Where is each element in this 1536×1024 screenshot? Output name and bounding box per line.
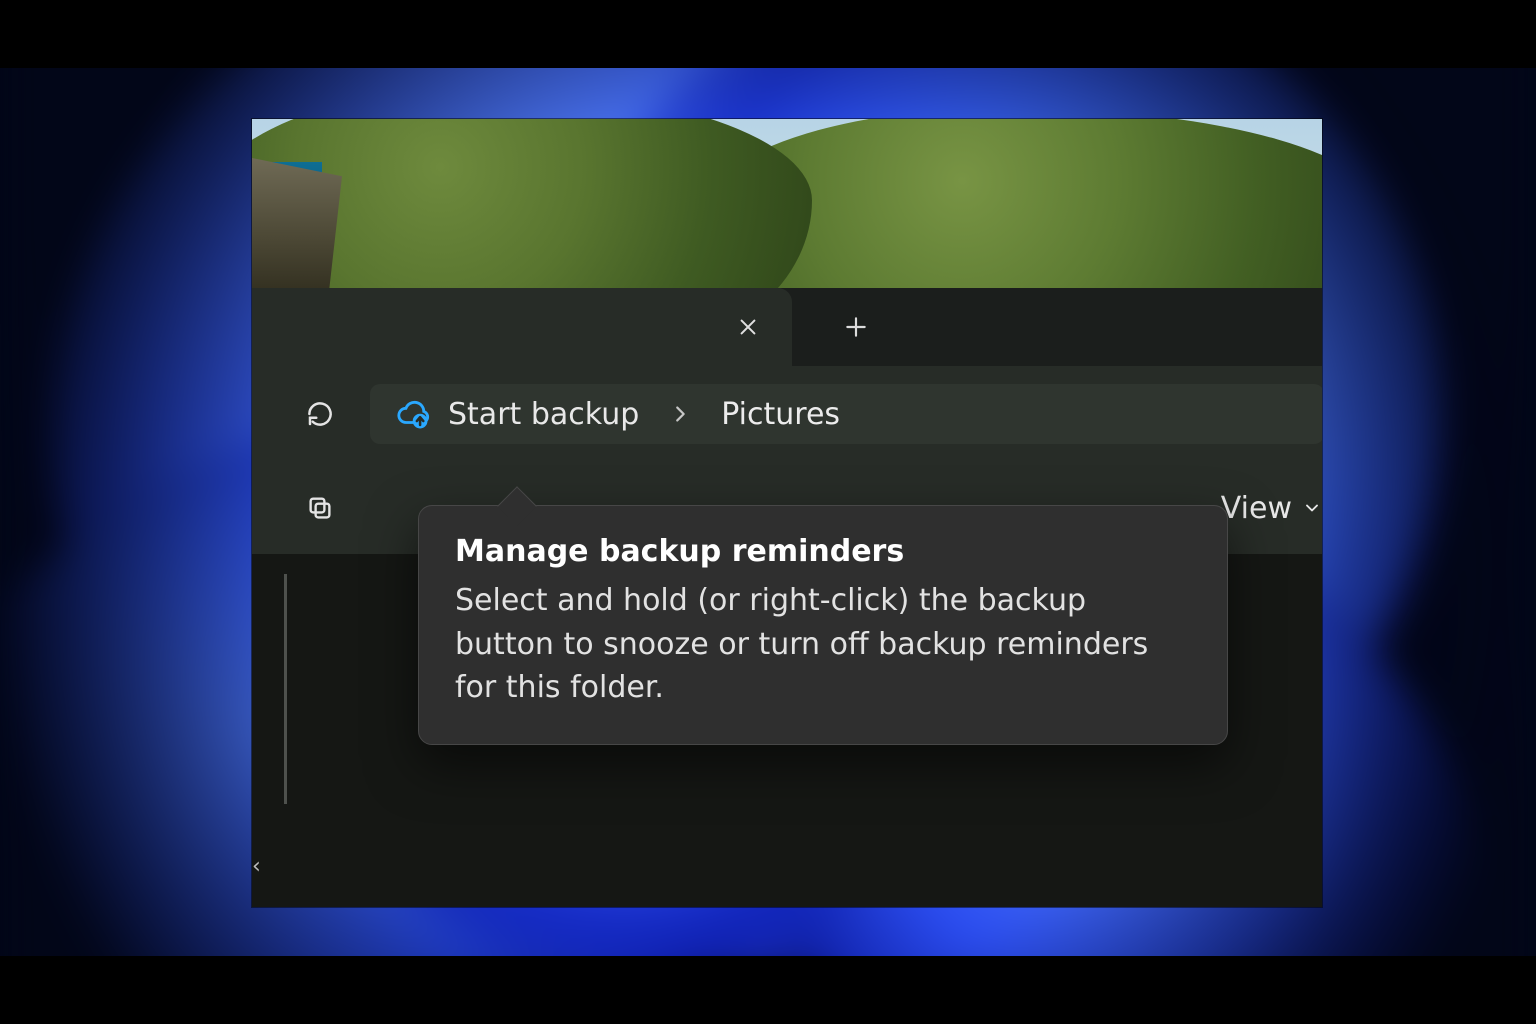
active-tab[interactable] (252, 288, 792, 366)
cloud-backup-icon (396, 397, 430, 431)
new-tab-button[interactable] (824, 288, 888, 366)
address-bar-row: Start backup Pictures (252, 366, 1322, 462)
tooltip-title: Manage backup reminders (455, 534, 1191, 569)
refresh-icon (305, 399, 335, 429)
chevron-down-icon (1302, 498, 1322, 518)
letterbox-top (0, 0, 1536, 68)
gallery-preview (252, 119, 1322, 288)
close-icon (737, 316, 759, 338)
breadcrumb-current[interactable]: Pictures (721, 397, 840, 432)
tooltip-body: Select and hold (or right-click) the bac… (455, 579, 1191, 710)
backup-tooltip: Manage backup reminders Select and hold … (418, 505, 1228, 745)
chevron-right-icon (669, 403, 691, 425)
letterbox-bottom (0, 956, 1536, 1024)
view-label: View (1221, 491, 1292, 526)
close-tab-button[interactable] (732, 311, 764, 343)
view-menu[interactable]: View (1221, 462, 1322, 554)
nav-divider (284, 574, 287, 804)
copy-icon (305, 493, 335, 523)
refresh-button[interactable] (298, 392, 342, 436)
copy-button[interactable] (298, 486, 342, 530)
breadcrumb-bar[interactable]: Start backup Pictures (370, 384, 1322, 444)
start-backup-label: Start backup (448, 397, 639, 432)
tab-strip (252, 288, 1322, 366)
plus-icon (843, 314, 869, 340)
start-backup-button[interactable]: Start backup (396, 397, 639, 432)
breadcrumb-separator[interactable] (669, 403, 691, 425)
truncated-label: ‹ (252, 854, 264, 884)
